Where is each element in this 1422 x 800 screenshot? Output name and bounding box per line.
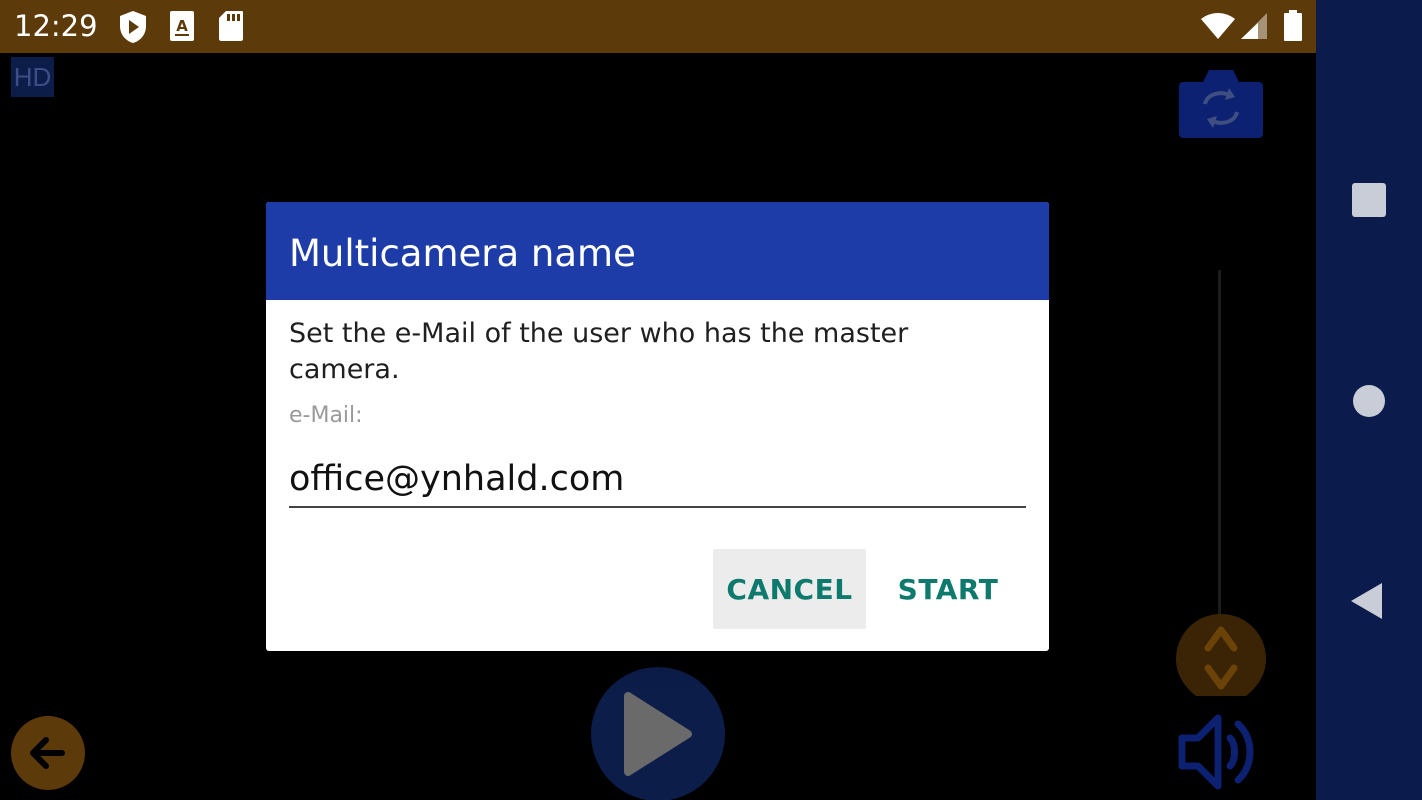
email-field[interactable] [289, 452, 1026, 508]
wifi-icon [1200, 12, 1236, 44]
svg-text:A: A [176, 17, 188, 35]
start-button[interactable]: START [883, 549, 1013, 629]
cancel-button[interactable]: CANCEL [713, 549, 866, 629]
shield-play-icon [118, 10, 148, 48]
hd-badge[interactable]: HD [11, 57, 54, 97]
back-arrow-icon[interactable] [10, 715, 86, 795]
navigation-bar [1316, 0, 1422, 800]
switch-camera-icon[interactable] [1179, 68, 1263, 144]
multicamera-name-dialog: Multicamera name Set the e-Mail of the u… [266, 202, 1049, 651]
battery-icon [1283, 10, 1303, 46]
status-bar: 12:29 A [0, 0, 1316, 53]
play-icon[interactable] [590, 666, 726, 800]
zoom-slider-track[interactable] [1218, 270, 1221, 620]
recents-icon[interactable] [1352, 183, 1386, 221]
status-time: 12:29 [14, 9, 98, 43]
sd-card-icon [218, 10, 244, 46]
dialog-title: Multicamera name [289, 232, 636, 275]
volume-icon[interactable] [1176, 712, 1260, 796]
back-icon[interactable] [1350, 582, 1384, 624]
signal-icon [1240, 12, 1268, 44]
home-icon[interactable] [1352, 384, 1386, 422]
a-box-icon: A [169, 10, 195, 46]
zoom-knob-icon[interactable] [1176, 614, 1266, 700]
dialog-header: Multicamera name [266, 202, 1049, 300]
dialog-message: Set the e-Mail of the user who has the m… [289, 318, 909, 385]
email-field-label: e-Mail: [289, 403, 363, 428]
screen: 12:29 A HD Multicamera name Set the e-Ma… [0, 0, 1422, 800]
